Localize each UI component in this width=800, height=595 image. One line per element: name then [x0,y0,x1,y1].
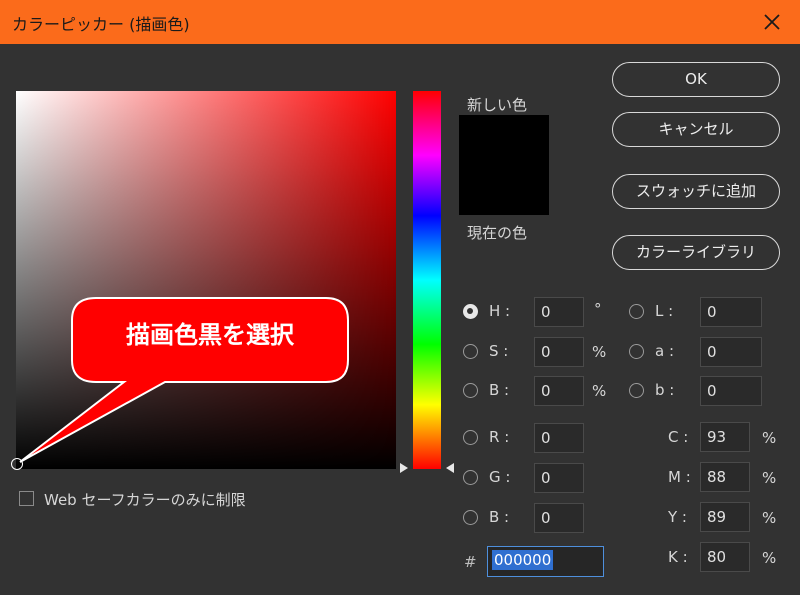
hue-unit: ° [594,300,602,318]
magenta-input[interactable]: 88 [700,462,750,492]
lab-l-label: L : [655,302,674,320]
hex-value: 000000 [492,550,554,570]
window-title: カラーピッカー (描画色) [12,15,190,34]
lab-a-label: a : [655,342,675,360]
close-icon[interactable] [754,4,790,40]
yellow-input[interactable]: 89 [700,502,750,532]
cancel-button[interactable]: キャンセル [612,112,780,147]
color-preview-swatch [459,115,549,215]
black-input[interactable]: 80 [700,542,750,572]
saturation-unit: % [592,343,607,361]
web-safe-checkbox[interactable] [19,491,34,506]
color-field[interactable] [16,91,396,469]
brightness-unit: % [592,382,607,400]
black-unit: % [762,549,777,567]
brightness-radio[interactable] [463,383,478,398]
hue-label: H : [489,302,511,320]
current-color-label: 現在の色 [467,224,528,242]
lab-l-radio[interactable] [629,304,644,319]
lab-b-input[interactable]: 0 [700,376,762,406]
yellow-unit: % [762,509,777,527]
green-radio[interactable] [463,470,478,485]
lab-a-radio[interactable] [629,344,644,359]
red-label: R : [489,428,510,446]
yellow-label: Y : [668,508,687,526]
black-label: K : [668,548,688,566]
magenta-unit: % [762,469,777,487]
lab-a-input[interactable]: 0 [700,337,762,367]
lab-b-radio[interactable] [629,383,644,398]
saturation-label: S : [489,342,509,360]
cyan-unit: % [762,429,777,447]
blue-input[interactable]: 0 [534,503,584,533]
magenta-label: M : [668,468,691,486]
hex-hash-label: # [464,553,477,571]
saturation-radio[interactable] [463,344,478,359]
hue-slider-left-handle[interactable] [400,463,408,473]
hue-input[interactable]: 0 [534,297,584,327]
hex-input[interactable]: 000000 [487,546,604,577]
red-input[interactable]: 0 [534,423,584,453]
blue-label: B : [489,508,510,526]
web-safe-label: Web セーフカラーのみに制限 [44,491,246,509]
green-label: G : [489,468,511,486]
title-bar: カラーピッカー (描画色) [0,0,800,44]
hue-slider[interactable] [413,91,441,469]
add-to-swatches-button[interactable]: スウォッチに追加 [612,174,780,209]
lab-b-label: b : [655,381,675,399]
cyan-input[interactable]: 93 [700,422,750,452]
lab-l-input[interactable]: 0 [700,297,762,327]
ok-button[interactable]: OK [612,62,780,97]
green-input[interactable]: 0 [534,463,584,493]
new-color-label: 新しい色 [467,96,528,114]
cyan-label: C : [668,428,689,446]
color-libraries-button[interactable]: カラーライブラリ [612,235,780,270]
callout-text: 描画色黒を選択 [126,321,294,349]
blue-radio[interactable] [463,510,478,525]
hue-slider-right-handle[interactable] [446,463,454,473]
brightness-label: B : [489,381,510,399]
red-radio[interactable] [463,430,478,445]
brightness-input[interactable]: 0 [534,376,584,406]
hue-radio[interactable] [463,304,478,319]
saturation-input[interactable]: 0 [534,337,584,367]
color-field-cursor[interactable] [11,458,23,470]
